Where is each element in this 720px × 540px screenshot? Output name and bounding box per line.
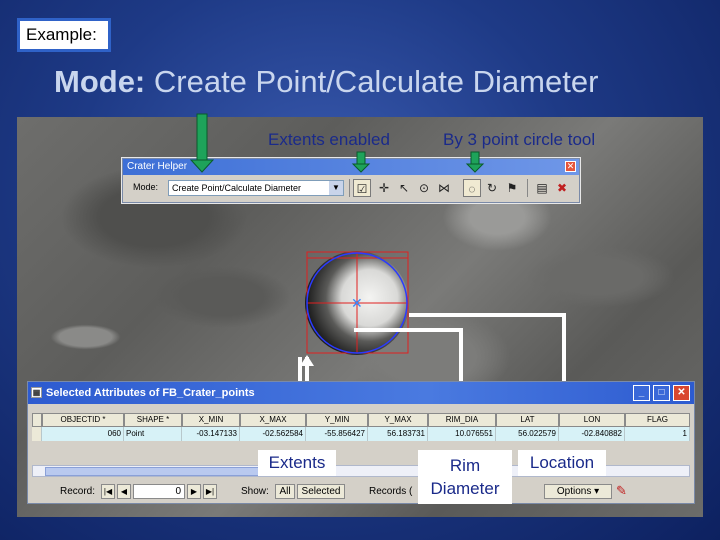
- options-button[interactable]: Options ▾: [544, 484, 612, 499]
- window-title: ▦ Selected Attributes of FB_Crater_point…: [28, 382, 694, 404]
- selected-attributes-window: ▦ Selected Attributes of FB_Crater_point…: [27, 381, 695, 504]
- close-button[interactable]: ✕: [673, 385, 690, 401]
- previous-record-button[interactable]: ◀: [117, 484, 131, 499]
- records-label: Records (: [369, 486, 413, 497]
- selected-button[interactable]: Selected: [297, 484, 345, 499]
- column-header[interactable]: OBJECTID *: [42, 413, 124, 427]
- column-header[interactable]: LON: [559, 413, 625, 427]
- all-button[interactable]: All: [275, 484, 295, 499]
- minimize-button[interactable]: _: [633, 385, 650, 401]
- cell: 56.183731: [368, 427, 428, 441]
- cell: -02.840882: [559, 427, 625, 441]
- record-label: Record:: [60, 486, 96, 497]
- status-bar: Record: |◀ ◀ 0 ▶ ▶| Show: All Selected R…: [32, 483, 690, 501]
- table-row[interactable]: 060 Point -03.147133 -02.562584 -55.8564…: [32, 427, 690, 441]
- scrollbar-thumb[interactable]: [45, 467, 272, 476]
- record-input[interactable]: 0: [133, 484, 185, 499]
- rim-diameter-callout: Rim Diameter: [418, 450, 512, 504]
- column-header[interactable]: X_MAX: [240, 413, 306, 427]
- column-header[interactable]: LAT: [496, 413, 559, 427]
- table-icon: ▦: [31, 387, 42, 398]
- show-label: Show:: [241, 486, 269, 497]
- first-record-button[interactable]: |◀: [101, 484, 115, 499]
- cell: Point: [124, 427, 182, 441]
- cell: 56.022579: [496, 427, 559, 441]
- cell: 1: [625, 427, 690, 441]
- column-header[interactable]: Y_MAX: [368, 413, 428, 427]
- extents-callout: Extents: [258, 450, 336, 476]
- cell: 060: [42, 427, 124, 441]
- maximize-button[interactable]: □: [653, 385, 670, 401]
- column-header[interactable]: X_MIN: [182, 413, 240, 427]
- last-record-button[interactable]: ▶|: [203, 484, 217, 499]
- table-header: OBJECTID * SHAPE * X_MIN X_MAX Y_MIN Y_M…: [32, 413, 690, 427]
- cell: -03.147133: [182, 427, 240, 441]
- location-callout: Location: [518, 450, 606, 476]
- next-record-button[interactable]: ▶: [187, 484, 201, 499]
- column-header[interactable]: FLAG: [625, 413, 690, 427]
- column-header[interactable]: Y_MIN: [306, 413, 368, 427]
- attributes-table: OBJECTID * SHAPE * X_MIN X_MAX Y_MIN Y_M…: [32, 413, 690, 441]
- pencil-icon[interactable]: ✎: [616, 483, 627, 499]
- column-header[interactable]: RIM_DIA: [428, 413, 496, 427]
- cell: -55.856427: [306, 427, 368, 441]
- cell: 10.076551: [428, 427, 496, 441]
- column-header[interactable]: SHAPE *: [124, 413, 182, 427]
- cell: -02.562584: [240, 427, 306, 441]
